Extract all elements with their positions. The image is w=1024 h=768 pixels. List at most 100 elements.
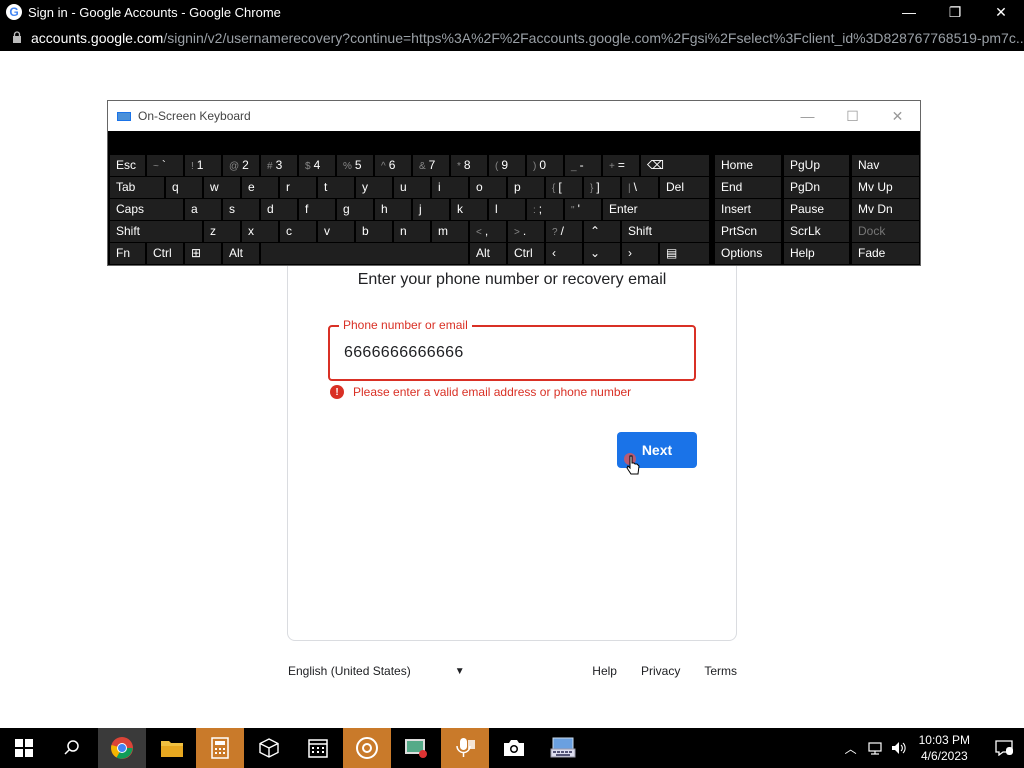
key-tab[interactable]: Tab [110,177,164,198]
taskbar-groove-music[interactable] [343,728,391,768]
network-icon[interactable] [867,741,883,755]
key-p[interactable]: p [508,177,544,198]
key-y[interactable]: y [356,177,392,198]
start-button[interactable] [0,728,48,768]
key-fade[interactable]: Fade [852,243,919,264]
key-quote[interactable]: " ' [565,199,601,220]
key-end[interactable]: End [715,177,781,198]
key-q[interactable]: q [166,177,202,198]
key-left-bracket[interactable]: {[ [546,177,582,198]
key-period[interactable]: >. [508,221,544,242]
key-scrlk[interactable]: ScrLk [784,221,849,242]
key-k[interactable]: k [451,199,487,220]
osk-maximize-button[interactable]: ☐ [830,108,875,125]
key-s[interactable]: s [223,199,259,220]
key-u[interactable]: u [394,177,430,198]
key-alt-right[interactable]: Alt [470,243,506,264]
key-options[interactable]: Options [715,243,781,264]
key-b[interactable]: b [356,221,392,242]
key-space[interactable] [261,243,468,264]
key-1[interactable]: ! 1 [185,155,221,176]
key-caps[interactable]: Caps [110,199,183,220]
key-up-arrow[interactable]: ⌃ [584,221,620,242]
key-help[interactable]: Help [784,243,849,264]
key-enter[interactable]: Enter [603,199,709,220]
taskbar-calculator[interactable] [196,728,244,768]
language-select[interactable]: English (United States) ▼ [288,664,465,678]
taskbar-chrome[interactable] [98,728,146,768]
key-nav[interactable]: Nav [852,155,919,176]
key-shift-left[interactable]: Shift [110,221,202,242]
taskbar-calendar[interactable] [294,728,342,768]
key-4[interactable]: $4 [299,155,335,176]
key-fn[interactable]: Fn [110,243,145,264]
key-backspace[interactable]: ⌫ [641,155,709,176]
key-6[interactable]: ^ 6 [375,155,411,176]
key-g[interactable]: g [337,199,373,220]
key-9[interactable]: (9 [489,155,525,176]
taskbar-voice-recorder[interactable] [441,728,489,768]
key-h[interactable]: h [375,199,411,220]
key-f[interactable]: f [299,199,335,220]
key-a[interactable]: a [185,199,221,220]
key-down-arrow[interactable]: ⌄ [584,243,620,264]
osk-minimize-button[interactable]: — [785,108,830,124]
key-mv-dn[interactable]: Mv Dn [852,199,919,220]
key-equals[interactable]: + = [603,155,639,176]
key-c[interactable]: c [280,221,316,242]
key-alt-left[interactable]: Alt [223,243,259,264]
key-pause[interactable]: Pause [784,199,849,220]
key-windows[interactable]: ⊞ [185,243,221,264]
close-button[interactable]: ✕ [978,0,1024,24]
key-n[interactable]: n [394,221,430,242]
volume-icon[interactable] [891,741,907,755]
key-t[interactable]: t [318,177,354,198]
key-ctrl-right[interactable]: Ctrl [508,243,544,264]
key-semicolon[interactable]: :; [527,199,563,220]
restore-button[interactable]: ❐ [932,0,978,24]
key-l[interactable]: l [489,199,525,220]
key-r[interactable]: r [280,177,316,198]
privacy-link[interactable]: Privacy [641,664,680,678]
search-button[interactable] [48,728,96,768]
key-5[interactable]: % 5 [337,155,373,176]
key-v[interactable]: v [318,221,354,242]
key-7[interactable]: & 7 [413,155,449,176]
field-value[interactable]: 6666666666666 [344,344,464,362]
key-0[interactable]: ) 0 [527,155,563,176]
key-m[interactable]: m [432,221,468,242]
key-j[interactable]: j [413,199,449,220]
key-right-arrow[interactable]: › [622,243,658,264]
key-menu[interactable]: ▤ [660,243,709,264]
key-3[interactable]: #3 [261,155,297,176]
clock[interactable]: 10:03 PM 4/6/2023 [919,732,970,764]
key-insert[interactable]: Insert [715,199,781,220]
taskbar-file-explorer[interactable] [148,728,196,768]
key-pgdn[interactable]: PgDn [784,177,849,198]
help-link[interactable]: Help [592,664,617,678]
key-ctrl-left[interactable]: Ctrl [147,243,183,264]
taskbar-screen-recorder[interactable] [392,728,440,768]
key-dock[interactable]: Dock [852,221,919,242]
key-prtscn[interactable]: PrtScn [715,221,781,242]
key-backtick[interactable]: ~ ` [147,155,183,176]
key-delete[interactable]: Del [660,177,709,198]
key-left-arrow[interactable]: ‹ [546,243,582,264]
tray-overflow-chevron-icon[interactable]: ︿ [845,740,857,757]
key-mv-up[interactable]: Mv Up [852,177,919,198]
key-o[interactable]: o [470,177,506,198]
address-bar[interactable]: accounts.google.com/signin/v2/usernamere… [0,24,1024,51]
key-x[interactable]: x [242,221,278,242]
taskbar-camera[interactable] [490,728,538,768]
key-esc[interactable]: Esc [110,155,145,176]
key-backslash[interactable]: | \ [622,177,658,198]
osk-titlebar[interactable]: On-Screen Keyboard — ☐ ✕ [108,101,920,131]
key-right-bracket[interactable]: }] [584,177,620,198]
key-w[interactable]: w [204,177,240,198]
minimize-button[interactable]: — [886,0,932,24]
key-shift-right[interactable]: Shift [622,221,709,242]
key-home[interactable]: Home [715,155,781,176]
taskbar-3d-viewer[interactable] [245,728,293,768]
key-comma[interactable]: <, [470,221,506,242]
taskbar-on-screen-keyboard[interactable] [539,728,587,768]
